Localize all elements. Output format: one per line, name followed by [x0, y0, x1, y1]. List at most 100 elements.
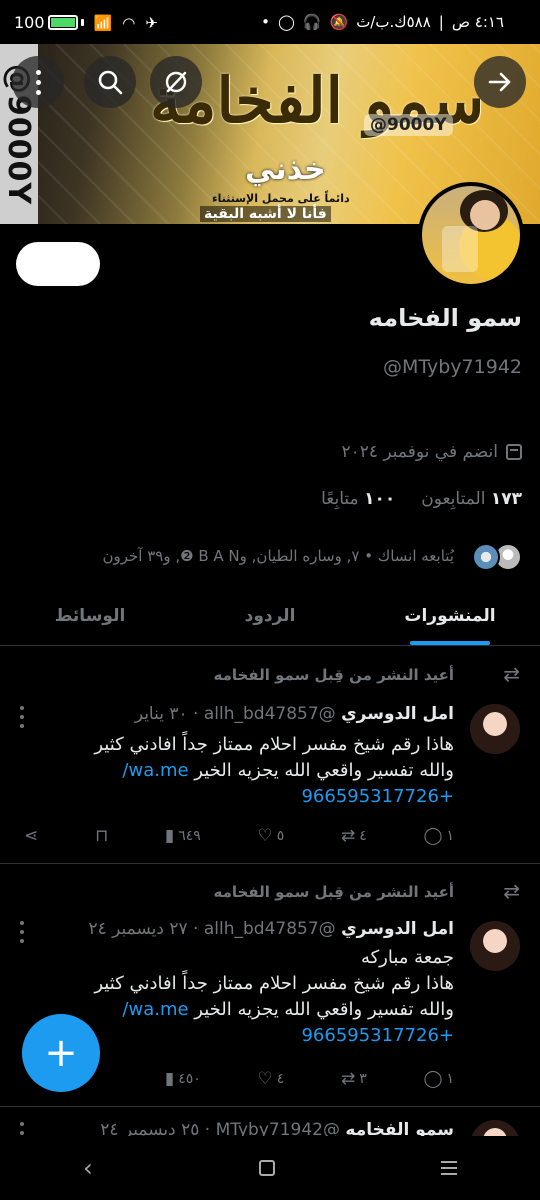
plus-icon: + [44, 1030, 78, 1076]
profile-tabs: المنشورات الردود الوسائط [0, 588, 540, 646]
views-count: ٦٤٩ [178, 828, 201, 844]
reply-icon: ◯ [423, 826, 443, 846]
post-author-avatar[interactable] [470, 921, 520, 971]
profile-handle: @MTyby71942 [382, 356, 522, 378]
wifi-signal-icon: 📶 [93, 13, 113, 32]
status-right: ٤:١٦ ص | ٥٨٨ك.ب/ث 🔕 🎧 ◯ • [261, 13, 504, 31]
more-vert-icon [20, 706, 24, 728]
follower-avatar [472, 543, 500, 571]
repost-icon: ⇄ [503, 662, 520, 686]
status-separator: | [438, 13, 444, 31]
heart-icon: ♡ [257, 1069, 273, 1089]
heart-icon: ♡ [257, 826, 273, 846]
like-button[interactable]: ♡ ٥ [258, 826, 285, 846]
views-icon: ▮ [164, 826, 175, 846]
share-button[interactable]: ⋖ [24, 826, 38, 846]
home-square-icon [258, 1160, 275, 1176]
post-more-button[interactable] [20, 921, 24, 943]
views-button[interactable]: ▮ ٦٤٩ [165, 826, 201, 846]
like-count: ٤ [276, 1071, 285, 1087]
edit-profile-button[interactable] [16, 242, 100, 286]
post-text: جمعة مباركه هاذا رقم شيخ مفسر احلام ممتا… [74, 945, 454, 1049]
post-author-name[interactable]: سمو الفخامه [345, 1120, 454, 1136]
followed-by-text[interactable]: يُتابعه انساك • ٧, وساره الطيان, وB A N … [0, 547, 454, 565]
nav-recents-button[interactable] [440, 1161, 457, 1175]
repost-label: أعيد النشر من قِبل سمو الفخامه [213, 883, 454, 901]
post-meta: @allh_bd47857 · ٢٧ ديسمبر ٢٤ [88, 919, 336, 939]
post-item[interactable]: سمو الفخامه @MTyby71942 · ٢٥ ديسمبر ٢٤ [0, 1108, 540, 1136]
post-pre-text: جمعة مباركه [360, 947, 454, 968]
banner-line3: فأنا لا أشبه البقية [200, 206, 331, 222]
compose-post-button[interactable]: + [22, 1014, 100, 1092]
tab-replies[interactable]: الردود [180, 588, 360, 645]
post-phone-link[interactable]: +966595317726 [74, 1023, 454, 1049]
tab-active-indicator [410, 641, 490, 645]
post-author-avatar[interactable] [470, 704, 520, 754]
post-author-avatar[interactable] [470, 1120, 520, 1136]
post-link[interactable]: wa.me/ [122, 999, 188, 1020]
post-text: هاذا رقم شيخ مفسر احلام ممتاز جداً افادن… [74, 732, 454, 810]
reply-icon: ◯ [423, 1069, 443, 1089]
nav-home-button[interactable] [258, 1160, 275, 1176]
reply-count: ١ [446, 1071, 454, 1087]
nav-back-button[interactable]: ‹ [83, 1154, 93, 1182]
following-label: متابِعًا [321, 489, 359, 509]
reply-button[interactable]: ◯ ١ [423, 826, 454, 846]
views-count: ٤٥٠ [178, 1071, 201, 1087]
mute-icon: 🔕 [329, 13, 349, 31]
chevron-left-icon: ‹ [83, 1154, 93, 1182]
tab-media[interactable]: الوسائط [0, 588, 180, 645]
more-options-button[interactable] [12, 56, 64, 108]
repost-button[interactable]: ⇄ ٣ [341, 1069, 367, 1089]
banner-line2: دائماً على محمل الإستثناء [212, 192, 350, 205]
profile-avatar[interactable] [418, 182, 524, 288]
joined-date: انضم في نوفمبر ٢٠٢٤ [341, 442, 522, 462]
post-more-button[interactable] [20, 706, 24, 728]
repost-icon: ⇄ [340, 826, 356, 846]
battery-percent: 100 [14, 13, 45, 32]
post-link[interactable]: wa.me/ [122, 760, 188, 781]
battery-icon [47, 15, 78, 30]
profile-name: سمو الفخامه [368, 304, 522, 332]
share-icon: ⋖ [24, 826, 39, 846]
search-button[interactable] [84, 56, 136, 108]
grok-button[interactable] [150, 56, 202, 108]
repost-label: أعيد النشر من قِبل سمو الفخامه [213, 666, 454, 684]
status-left: 100 📶 ◠ ✈ [14, 13, 158, 32]
like-button[interactable]: ♡ ٤ [258, 1069, 285, 1089]
battery-indicator: 100 [14, 13, 84, 32]
wifi-icon: ◠ [122, 13, 136, 32]
tab-posts-label: المنشورات [404, 606, 496, 626]
banner-handle: @9000Y [364, 114, 453, 136]
followed-by-avatars[interactable] [450, 543, 522, 575]
followers-link[interactable]: ١٧٣ المتابِعون [421, 489, 522, 509]
following-link[interactable]: ١٠٠ متابِعًا [321, 489, 395, 509]
post-author-name[interactable]: امل الدوسري [341, 919, 454, 939]
post-meta: @MTyby71942 · ٢٥ ديسمبر ٢٤ [100, 1120, 340, 1136]
more-vert-icon [35, 69, 41, 95]
tab-replies-label: الردود [244, 606, 296, 626]
post-item[interactable]: ⇄ أعيد النشر من قِبل سمو الفخامه امل الد… [0, 648, 540, 864]
status-bar: 100 📶 ◠ ✈ ٤:١٦ ص | ٥٨٨ك.ب/ث 🔕 🎧 ◯ • [0, 0, 540, 44]
views-button[interactable]: ▮ ٤٥٠ [165, 1069, 201, 1089]
post-more-button[interactable] [20, 1122, 24, 1136]
more-vert-icon [20, 921, 24, 943]
tab-posts[interactable]: المنشورات [360, 588, 540, 645]
back-button[interactable] [474, 56, 526, 108]
avatar-watermark [442, 226, 478, 272]
repost-button[interactable]: ⇄ ٤ [341, 826, 367, 846]
joined-text: انضم في نوفمبر ٢٠٢٤ [341, 442, 498, 462]
post-phone-link[interactable]: +966595317726 [74, 784, 454, 810]
bookmark-button[interactable]: ⊓ [95, 826, 108, 846]
status-data-speed: ٥٨٨ك.ب/ث [356, 13, 431, 31]
repost-count: ٤ [359, 828, 367, 844]
post-author-name[interactable]: امل الدوسري [341, 704, 454, 724]
repost-icon: ⇄ [340, 1069, 356, 1089]
tab-media-label: الوسائط [54, 606, 126, 626]
post-header: امل الدوسري @allh_bd47857 · ٣٠ يناير [135, 704, 454, 724]
post-header: سمو الفخامه @MTyby71942 · ٢٥ ديسمبر ٢٤ [100, 1120, 454, 1136]
more-vert-icon [20, 1122, 24, 1136]
followers-label: المتابِعون [421, 489, 486, 509]
avatar-face [470, 200, 500, 230]
reply-button[interactable]: ◯ ١ [423, 1069, 454, 1089]
